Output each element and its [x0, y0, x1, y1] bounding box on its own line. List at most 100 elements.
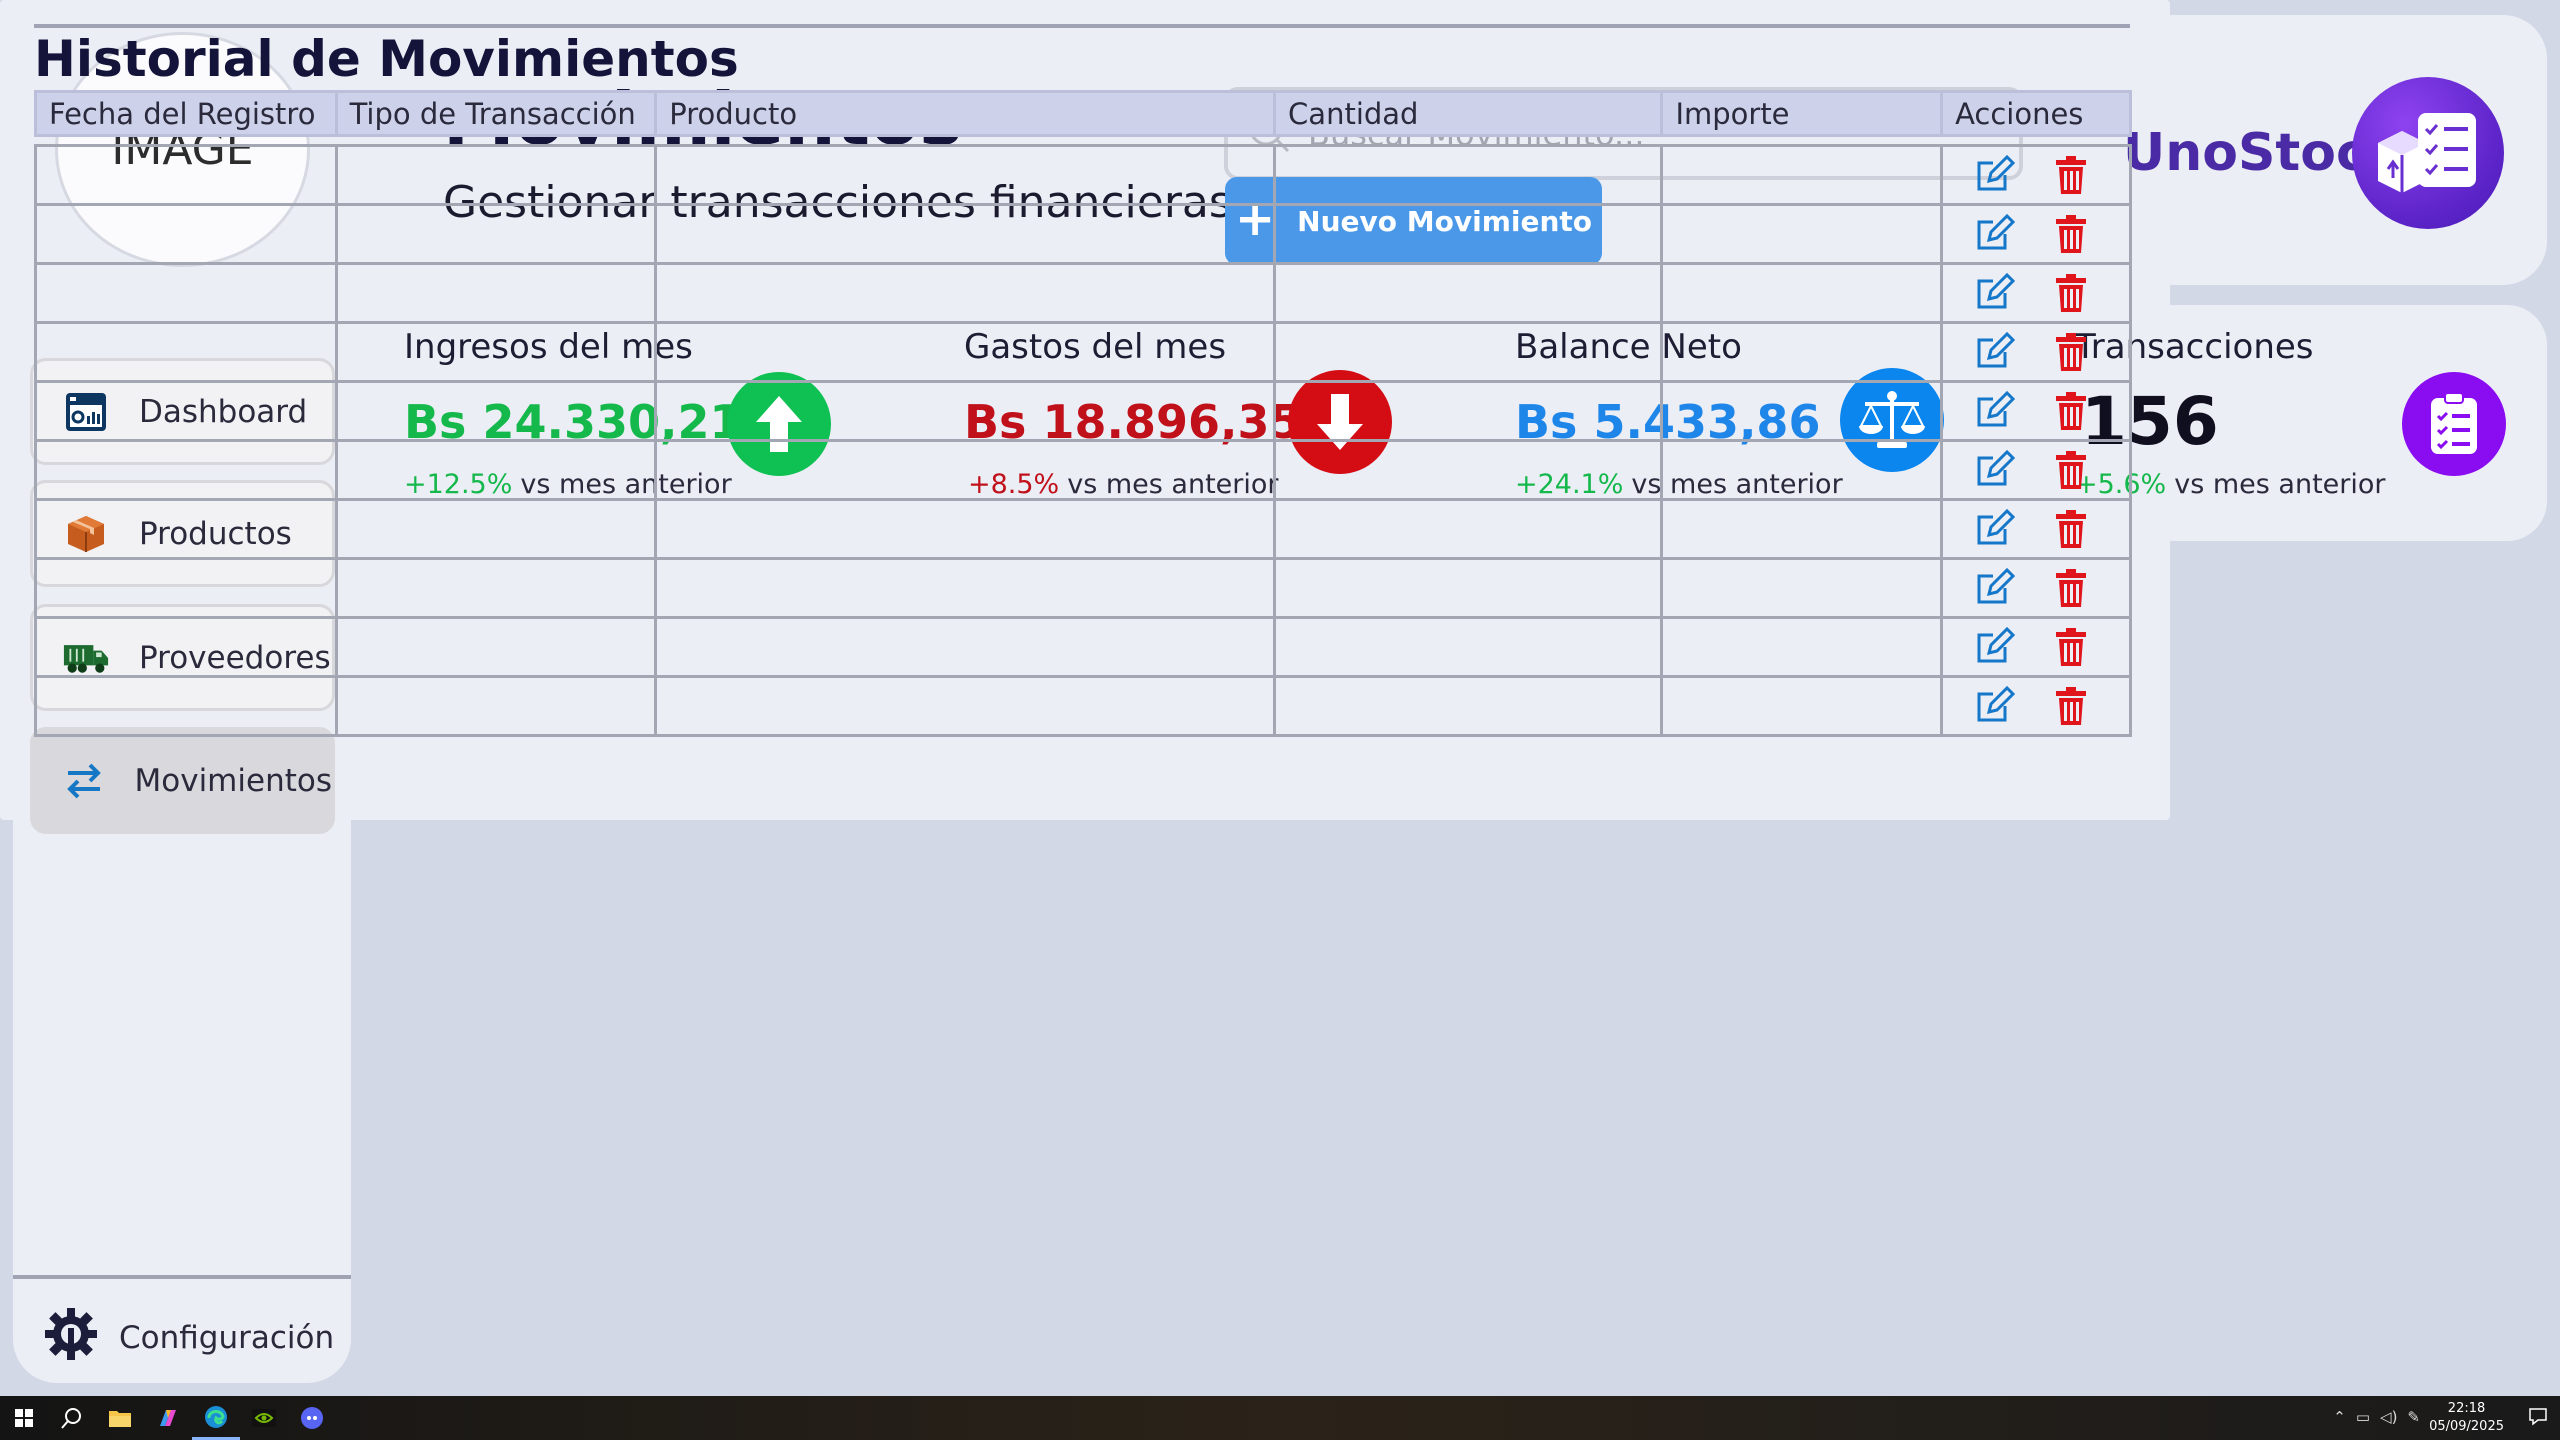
table-cell — [1273, 439, 1664, 501]
column-header-cantidad[interactable]: Cantidad — [1273, 90, 1664, 137]
table-cell-actions — [1940, 675, 2132, 737]
nvidia-icon[interactable] — [240, 1396, 288, 1440]
table-header-row: Fecha del Registro Tipo de Transacción P… — [34, 90, 2132, 137]
table-title: Historial de Movimientos — [34, 30, 739, 88]
file-explorer-icon[interactable] — [96, 1396, 144, 1440]
table-cell — [1660, 675, 1944, 737]
delete-icon[interactable] — [2055, 273, 2087, 313]
table-divider — [34, 24, 2130, 28]
table-cell — [34, 262, 338, 324]
table-cell — [34, 203, 338, 265]
table-cell — [654, 616, 1277, 678]
table-cell-actions — [1940, 321, 2132, 383]
stat-change-suffix: vs mes anterior — [2174, 469, 2386, 500]
notification-icon[interactable] — [2528, 1406, 2548, 1430]
table-cell — [34, 439, 338, 501]
sidebar-divider — [13, 1275, 351, 1279]
delete-icon[interactable] — [2055, 332, 2087, 372]
delete-icon[interactable] — [2055, 509, 2087, 549]
table-cell-actions — [1940, 498, 2132, 560]
delete-icon[interactable] — [2055, 686, 2087, 726]
edit-icon[interactable] — [1975, 568, 2016, 608]
delete-icon[interactable] — [2055, 450, 2087, 490]
pen-icon[interactable]: ✎ — [2407, 1408, 2420, 1426]
edit-icon[interactable] — [1975, 214, 2016, 254]
table-cell — [334, 380, 658, 442]
edit-icon[interactable] — [1975, 686, 2016, 726]
table-cell — [334, 439, 658, 501]
table-row — [34, 203, 2132, 265]
delete-icon[interactable] — [2055, 568, 2087, 608]
edit-icon[interactable] — [1975, 450, 2016, 490]
movements-table: Fecha del Registro Tipo de Transacción P… — [34, 90, 2132, 737]
table-row — [34, 675, 2132, 737]
table-row — [34, 262, 2132, 324]
brand-logo-icon — [2352, 77, 2504, 229]
edit-icon[interactable] — [1975, 391, 2016, 431]
clock-time: 22:18 — [2447, 1401, 2486, 1416]
table-cell — [34, 616, 338, 678]
edit-icon[interactable] — [1975, 332, 2016, 372]
table-cell — [334, 675, 658, 737]
volume-icon[interactable]: ◁) — [2380, 1408, 2397, 1426]
table-cell — [34, 675, 338, 737]
edit-icon[interactable] — [1975, 155, 2016, 195]
edge-browser-icon[interactable] — [192, 1396, 240, 1440]
table-cell — [1273, 380, 1664, 442]
delete-icon[interactable] — [2055, 155, 2087, 195]
table-row — [34, 616, 2132, 678]
table-cell — [654, 144, 1277, 206]
column-header-producto[interactable]: Producto — [654, 90, 1277, 137]
column-header-acciones: Acciones — [1940, 90, 2132, 137]
table-cell — [334, 557, 658, 619]
delete-icon[interactable] — [2055, 627, 2087, 667]
system-tray[interactable]: ⌃ ▭ ◁) ✎ — [2333, 1408, 2420, 1426]
network-icon[interactable]: ▭ — [2356, 1408, 2370, 1426]
table-cell — [1660, 616, 1944, 678]
table-row — [34, 380, 2132, 442]
column-header-fecha[interactable]: Fecha del Registro — [34, 90, 338, 137]
edit-icon[interactable] — [1975, 627, 2016, 667]
table-cell — [1660, 498, 1944, 560]
table-row — [34, 498, 2132, 560]
copilot-icon[interactable] — [144, 1396, 192, 1440]
table-row — [34, 439, 2132, 501]
table-cell — [1273, 262, 1664, 324]
edit-icon[interactable] — [1975, 273, 2016, 313]
table-cell — [1273, 144, 1664, 206]
table-cell — [334, 616, 658, 678]
delete-icon[interactable] — [2055, 214, 2087, 254]
windows-start-icon[interactable] — [0, 1396, 48, 1440]
table-cell-actions — [1940, 439, 2132, 501]
column-header-tipo[interactable]: Tipo de Transacción — [334, 90, 658, 137]
table-cell-actions — [1940, 144, 2132, 206]
delete-icon[interactable] — [2055, 391, 2087, 431]
checklist-icon — [2402, 372, 2506, 476]
table-row — [34, 557, 2132, 619]
taskbar-clock[interactable]: 22:18 05/09/2025 — [2429, 1400, 2504, 1436]
table-cell-actions — [1940, 380, 2132, 442]
column-header-importe[interactable]: Importe — [1660, 90, 1944, 137]
table-cell — [654, 675, 1277, 737]
chevron-up-icon[interactable]: ⌃ — [2333, 1408, 2346, 1426]
table-cell — [334, 262, 658, 324]
table-cell — [654, 439, 1277, 501]
table-cell — [1660, 439, 1944, 501]
movements-history-panel: Historial de Movimientos Fecha del Regis… — [0, 0, 2170, 820]
table-cell — [1660, 380, 1944, 442]
taskbar-search-icon[interactable] — [48, 1396, 96, 1440]
sidebar-item-movimientos[interactable]: Movimientos — [30, 727, 335, 834]
table-cell — [1273, 321, 1664, 383]
edit-icon[interactable] — [1975, 509, 2016, 549]
table-cell — [1273, 675, 1664, 737]
table-cell — [654, 203, 1277, 265]
table-cell — [34, 498, 338, 560]
table-cell — [34, 557, 338, 619]
table-cell — [334, 144, 658, 206]
discord-icon[interactable] — [288, 1396, 336, 1440]
table-cell — [654, 321, 1277, 383]
table-cell — [1273, 616, 1664, 678]
table-cell-actions — [1940, 616, 2132, 678]
sidebar-item-configuracion[interactable]: Configuración — [43, 1303, 334, 1373]
table-cell — [34, 380, 338, 442]
